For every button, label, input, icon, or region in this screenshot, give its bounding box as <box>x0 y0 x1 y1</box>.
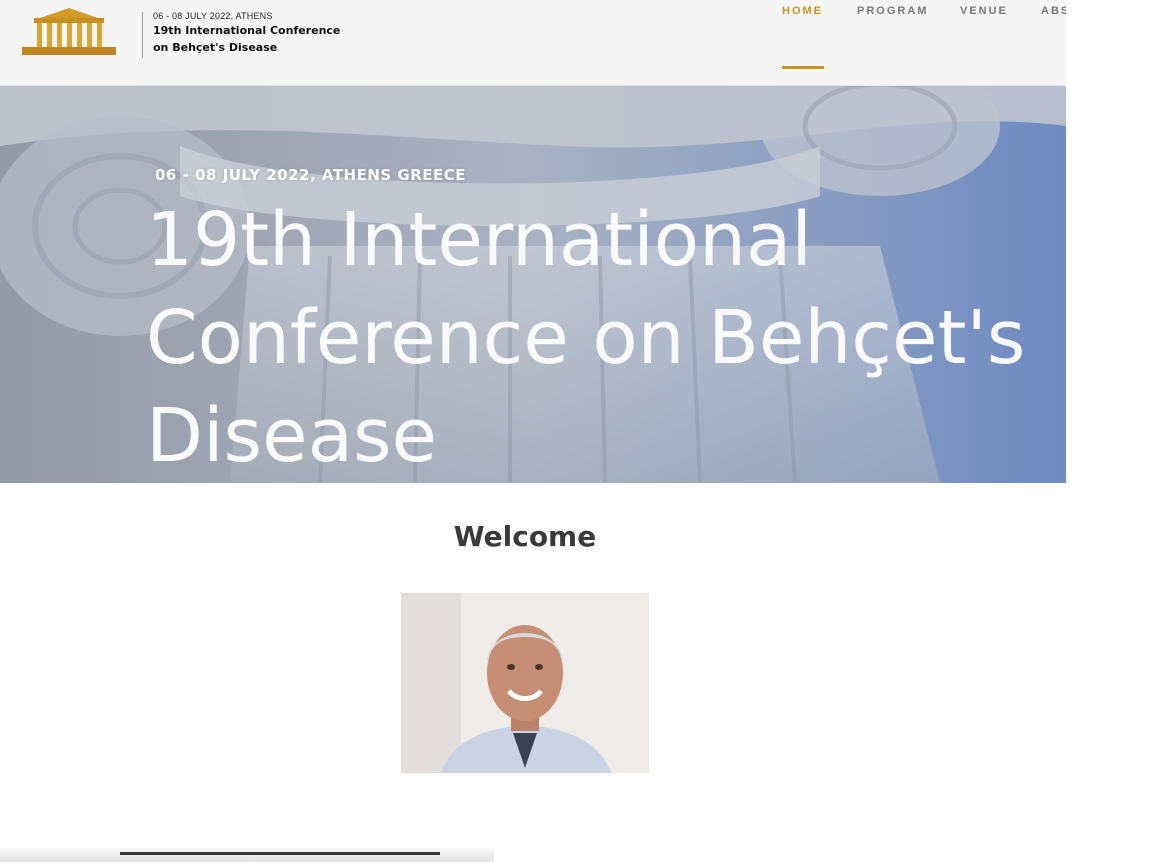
temple-icon <box>22 8 116 55</box>
hero-title-line-1: 19th International <box>146 197 812 283</box>
nav-item-program[interactable]: PROGRAM <box>857 4 928 18</box>
hero-title: 19th International Conference on Behçet'… <box>146 191 1061 483</box>
logo-divider <box>142 12 143 58</box>
nav-item-abstracts[interactable]: ABS <box>1041 4 1066 18</box>
president-photo <box>401 593 649 773</box>
hero-title-line-2: Conference on Behçet's <box>146 295 1026 381</box>
bottom-image-edge <box>0 848 494 862</box>
main-nav: HOME PROGRAM VENUE ABS <box>782 4 1066 70</box>
site-header: 06 - 08 JULY 2022, ATHENS 19th Internati… <box>0 0 1066 86</box>
portrait-image <box>401 593 649 773</box>
nav-item-home[interactable]: HOME <box>782 4 823 18</box>
hero-banner: 06 - 08 JULY 2022, ATHENS GREECE 19th In… <box>0 86 1066 483</box>
nav-active-indicator <box>782 66 824 69</box>
hero-title-line-3: Disease <box>146 393 438 479</box>
logo-title-line-2: on Behçet's Disease <box>153 41 278 54</box>
hero-date: 06 - 08 JULY 2022, ATHENS GREECE <box>155 166 467 184</box>
nav-item-venue[interactable]: VENUE <box>960 4 1008 18</box>
site-logo[interactable]: 06 - 08 JULY 2022, ATHENS 19th Internati… <box>20 8 340 60</box>
logo-text: 06 - 08 JULY 2022, ATHENS 19th Internati… <box>153 10 340 56</box>
welcome-heading: Welcome <box>453 520 597 553</box>
bottom-image-border <box>120 852 440 855</box>
logo-title-line-1: 19th International Conference <box>153 24 341 37</box>
logo-date: 06 - 08 JULY 2022, ATHENS <box>153 11 273 21</box>
page: 06 - 08 JULY 2022, ATHENS 19th Internati… <box>0 0 1066 862</box>
